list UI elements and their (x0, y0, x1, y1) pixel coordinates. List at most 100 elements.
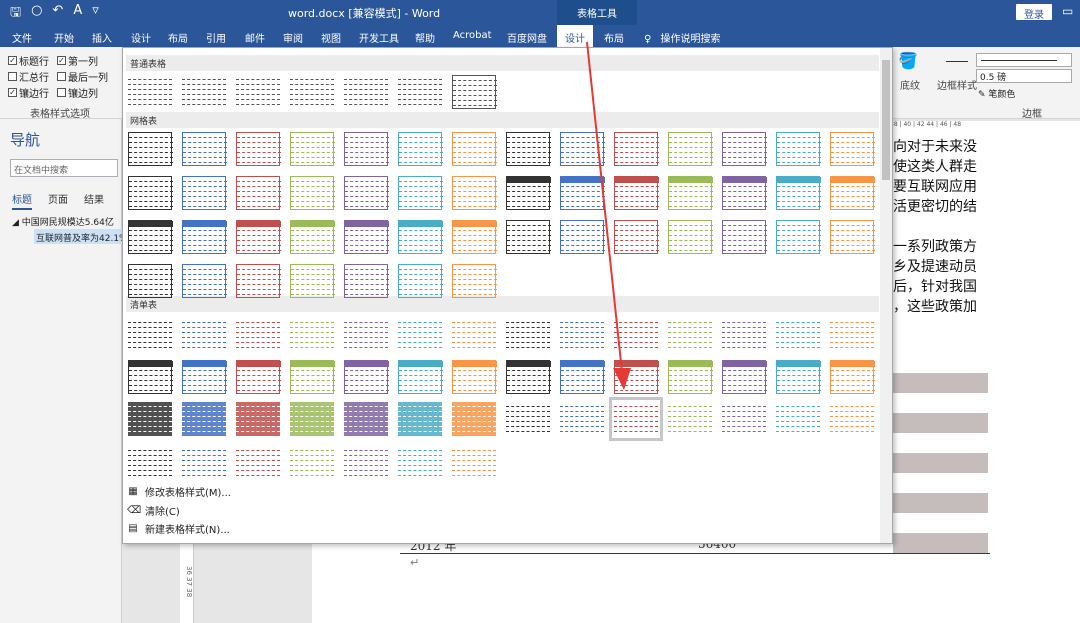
total-row-checkbox[interactable]: 汇总行 (8, 69, 49, 84)
table-style-thumbnail[interactable] (609, 397, 663, 441)
table-style-thumbnail[interactable] (668, 176, 713, 210)
table-style-thumbnail[interactable] (452, 360, 497, 394)
table-style-thumbnail[interactable] (452, 220, 497, 254)
tab-review[interactable]: 审阅 (283, 25, 303, 47)
pen-color-button[interactable]: ✎ 笔颜色 (978, 87, 1015, 100)
table-style-thumbnail[interactable] (722, 318, 766, 352)
customize-icon[interactable]: ▿ (92, 3, 99, 25)
circle-icon[interactable]: ○ (31, 3, 42, 25)
table-style-thumbnail[interactable] (128, 446, 172, 480)
table-style-thumbnail[interactable] (722, 220, 767, 254)
table-style-thumbnail[interactable] (182, 360, 227, 394)
table-style-thumbnail[interactable] (452, 446, 496, 480)
table-style-thumbnail[interactable] (128, 75, 172, 109)
table-style-thumbnail[interactable] (182, 75, 226, 109)
table-style-thumbnail[interactable] (506, 220, 551, 254)
table-style-thumbnail[interactable] (776, 132, 821, 166)
table-style-thumbnail[interactable] (236, 402, 280, 436)
first-column-checkbox[interactable]: ✓ 第一列 (57, 53, 98, 68)
font-size-icon[interactable]: A (73, 3, 82, 25)
table-style-thumbnail[interactable] (830, 360, 875, 394)
table-style-thumbnail[interactable] (398, 176, 443, 210)
tab-tell-me[interactable]: ♀ 操作说明搜索 (644, 25, 721, 47)
table-style-thumbnail[interactable] (722, 132, 767, 166)
table-style-thumbnail[interactable] (830, 220, 875, 254)
table-style-thumbnail[interactable] (614, 360, 659, 394)
clear-style-command[interactable]: ⌫ 清除(C) (127, 503, 180, 519)
table-style-thumbnail[interactable] (128, 132, 173, 166)
line-style-dropdown[interactable] (976, 53, 1072, 67)
table-style-thumbnail[interactable] (128, 318, 172, 352)
table-style-thumbnail[interactable] (398, 360, 443, 394)
table-style-thumbnail[interactable] (452, 318, 496, 352)
table-style-thumbnail[interactable] (614, 132, 659, 166)
scrollbar-thumb[interactable] (882, 60, 890, 180)
table-style-thumbnail[interactable] (668, 402, 712, 436)
table-style-thumbnail[interactable] (344, 220, 389, 254)
table-style-thumbnail[interactable] (506, 318, 550, 352)
table-style-thumbnail[interactable] (398, 132, 443, 166)
table-style-thumbnail[interactable] (182, 220, 227, 254)
tab-layout[interactable]: 布局 (168, 25, 188, 47)
line-weight-dropdown[interactable]: 0.5 磅 (976, 69, 1072, 83)
table-style-thumbnail[interactable] (668, 220, 713, 254)
tab-mailings[interactable]: 邮件 (245, 25, 265, 47)
banded-columns-checkbox[interactable]: 镶边列 (57, 85, 98, 100)
table-style-thumbnail[interactable] (614, 220, 659, 254)
last-column-checkbox[interactable]: 最后一列 (57, 69, 108, 84)
table-style-thumbnail[interactable] (290, 360, 335, 394)
table-style-thumbnail[interactable] (830, 176, 875, 210)
table-style-thumbnail[interactable] (452, 402, 496, 436)
table-style-thumbnail[interactable] (398, 264, 443, 298)
table-style-thumbnail[interactable] (182, 132, 227, 166)
table-style-thumbnail[interactable] (290, 75, 334, 109)
table-style-thumbnail[interactable] (506, 402, 550, 436)
table-style-thumbnail[interactable] (182, 402, 226, 436)
table-style-thumbnail[interactable] (776, 176, 821, 210)
table-style-thumbnail[interactable] (776, 402, 820, 436)
nav-search-input[interactable]: 在文档中搜索 (10, 159, 118, 177)
banded-rows-checkbox[interactable]: ✓ 镶边行 (8, 85, 49, 100)
table-style-thumbnail[interactable] (398, 318, 442, 352)
shading-bucket-icon[interactable]: 🪣 (898, 51, 918, 70)
table-style-thumbnail[interactable] (614, 318, 658, 352)
table-style-thumbnail[interactable] (722, 402, 766, 436)
table-style-thumbnail[interactable] (344, 446, 388, 480)
tab-insert[interactable]: 插入 (92, 25, 112, 47)
table-style-thumbnail[interactable] (182, 176, 227, 210)
tab-design[interactable]: 设计 (131, 25, 151, 47)
table-style-thumbnail[interactable] (236, 220, 281, 254)
table-style-thumbnail[interactable] (398, 220, 443, 254)
new-style-command[interactable]: ▤ 新建表格样式(N)... (127, 521, 230, 537)
table-style-thumbnail[interactable] (722, 176, 767, 210)
tab-view[interactable]: 视图 (321, 25, 341, 47)
table-style-thumbnail[interactable] (668, 318, 712, 352)
nav-tab-pages[interactable]: 页面 (48, 191, 68, 206)
table-style-thumbnail[interactable] (236, 264, 281, 298)
table-style-thumbnail[interactable] (452, 264, 497, 298)
table-style-thumbnail[interactable] (128, 402, 172, 436)
save-icon[interactable]: 🖫 (10, 3, 21, 25)
modify-style-command[interactable]: ▦ 修改表格样式(M)... (127, 484, 231, 500)
table-style-thumbnail[interactable] (344, 176, 389, 210)
tab-file[interactable]: 文件 (12, 25, 32, 47)
table-style-thumbnail[interactable] (128, 360, 173, 394)
table-style-thumbnail[interactable] (776, 360, 821, 394)
table-style-thumbnail[interactable] (398, 446, 442, 480)
table-style-thumbnail[interactable] (290, 264, 335, 298)
tab-references[interactable]: 引用 (206, 25, 226, 47)
table-style-thumbnail[interactable] (560, 402, 604, 436)
table-style-thumbnail[interactable] (290, 176, 335, 210)
table-style-thumbnail[interactable] (560, 220, 605, 254)
collapse-triangle-icon[interactable]: ◢ (12, 218, 19, 228)
table-style-thumbnail[interactable] (560, 318, 604, 352)
table-style-thumbnail[interactable] (560, 132, 605, 166)
table-style-thumbnail[interactable] (290, 132, 335, 166)
table-style-thumbnail[interactable] (236, 176, 281, 210)
table-style-thumbnail[interactable] (452, 132, 497, 166)
table-style-thumbnail[interactable] (344, 75, 388, 109)
table-style-thumbnail[interactable] (344, 318, 388, 352)
table-style-thumbnail[interactable] (452, 75, 497, 109)
table-style-thumbnail[interactable] (344, 360, 389, 394)
document-table-fragment[interactable] (893, 373, 988, 558)
